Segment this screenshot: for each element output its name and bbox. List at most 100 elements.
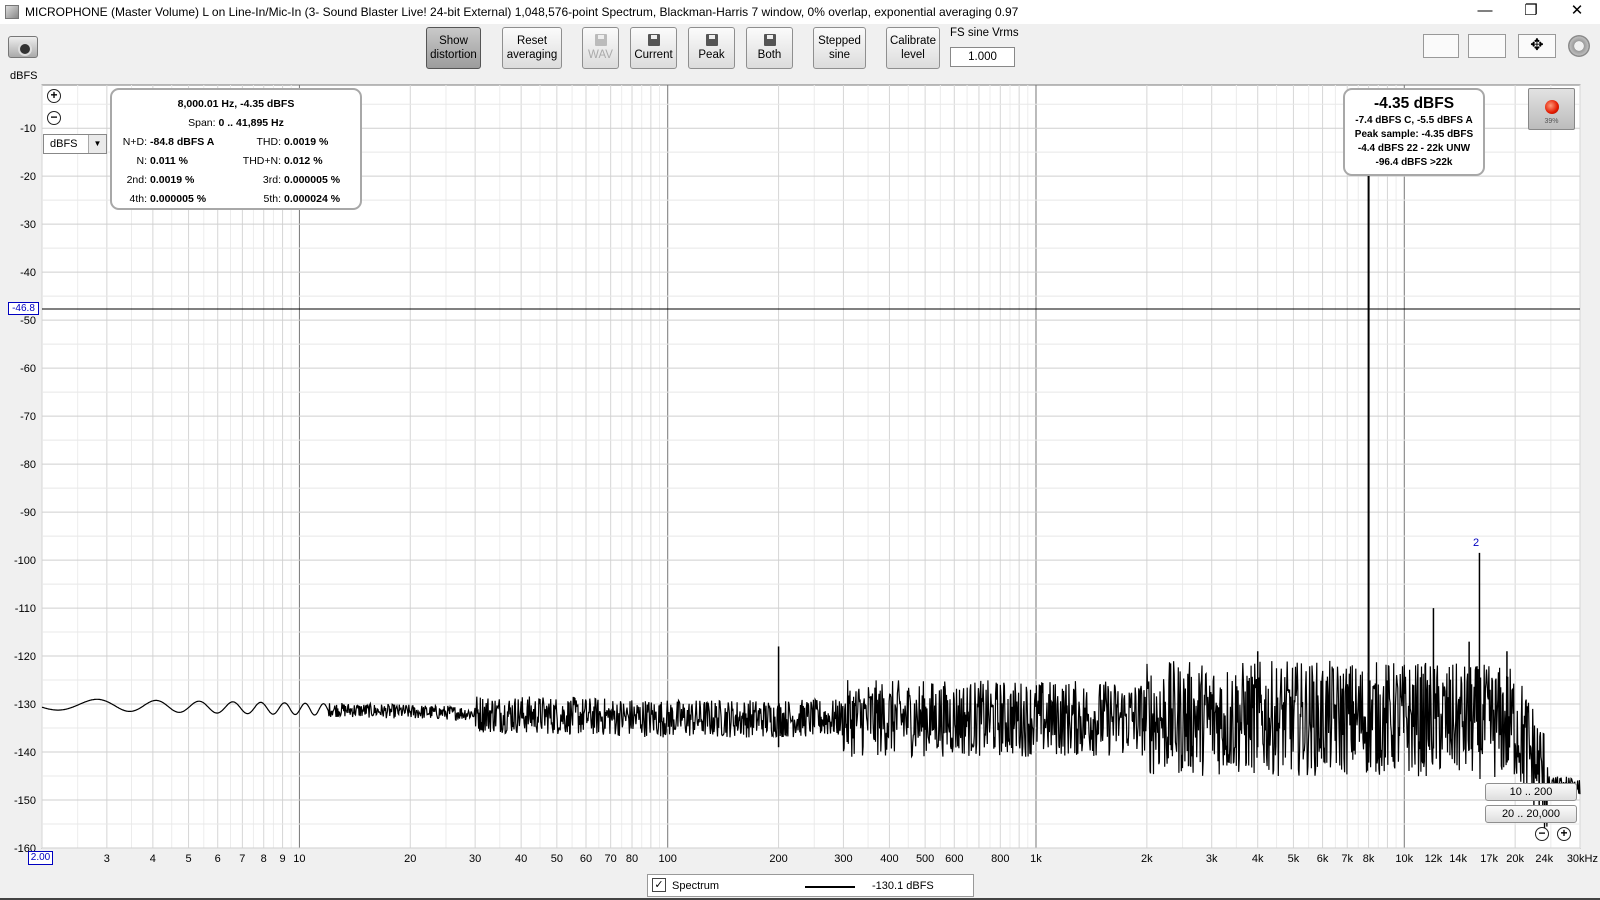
zoom-in-icon[interactable]: + — [47, 89, 61, 103]
weighted-levels: -7.4 dBFS C, -5.5 dBFS A — [1355, 115, 1473, 126]
stat-label: 3rd: — [262, 174, 281, 186]
harmonic-marker: 2 — [1473, 537, 1479, 549]
legend-swatch — [805, 886, 855, 888]
span-value: 0 .. 41,895 Hz — [218, 117, 284, 129]
x-axis-ticks: 3 4 5 6 7 8 9 10 20 30 40 50 60 70 80 100 200 300 400 500 60… — [104, 853, 1598, 865]
record-percent: 39% — [1544, 118, 1559, 125]
x-tick-label: 10 — [293, 853, 305, 865]
x-tick-label: 5k — [1288, 853, 1300, 865]
stat-value: 0.0019 % — [150, 174, 195, 186]
x-tick-label: 7k — [1341, 853, 1353, 865]
stats-row: N+D: -84.8 dBFS A THD: 0.0019 % — [112, 134, 360, 153]
y-tick-label: -130 — [14, 699, 36, 711]
x-tick-label: 17k — [1480, 853, 1498, 865]
x-tick-label: 60 — [580, 853, 592, 865]
x-tick-label: 6 — [215, 853, 221, 865]
x-tick-label: 600 — [945, 853, 963, 865]
x-tick-label: 3 — [104, 853, 110, 865]
unit-select-value: dBFS — [50, 138, 78, 150]
x-tick-label: 20 — [404, 853, 416, 865]
y-tick-label: -60 — [20, 363, 36, 375]
x-tick-label: 100 — [659, 853, 677, 865]
y-tick-label: -50 — [20, 315, 36, 327]
y-tick-label: -30 — [20, 219, 36, 231]
y-tick-label: -40 — [20, 267, 36, 279]
unit-select[interactable]: dBFS ▼ — [43, 134, 107, 154]
y-tick-label: -20 — [20, 171, 36, 183]
span-label: Span: — [188, 117, 216, 129]
stat-value: 0.000024 % — [284, 193, 341, 205]
legend-series-value: -130.1 dBFS — [872, 880, 934, 892]
x-tick-label: 8 — [261, 853, 267, 865]
x-tick-label: 80 — [626, 853, 638, 865]
peak-level: -4.35 dBFS — [1373, 95, 1455, 112]
y-tick-label: -140 — [14, 747, 36, 759]
x-tick-label: 300 — [834, 853, 852, 865]
record-button[interactable]: 39% — [1528, 88, 1575, 130]
x-tick-label: 2k — [1141, 853, 1153, 865]
range-20-20000-button[interactable]: 20 .. 20,000 — [1485, 805, 1577, 823]
stat-value: 0.011 % — [150, 155, 188, 167]
x-tick-label: 4 — [150, 853, 156, 865]
y-tick-label: -120 — [14, 651, 36, 663]
y-axis-ticks: -10 -20 -30 -40 -50 -60 -70 -80 -90 -100 -110 -120 -… — [14, 123, 36, 855]
x-start-input[interactable]: 2.00 — [28, 851, 53, 865]
y-tick-label: -100 — [14, 555, 36, 567]
stat-label: THD+N: — [242, 155, 281, 167]
stats-row: 2nd: 0.0019 % 3rd: 0.000005 % — [112, 172, 360, 191]
x-tick-label: 400 — [880, 853, 898, 865]
stat-label: 2nd: — [126, 174, 147, 186]
x-tick-label: 1k — [1030, 853, 1042, 865]
stat-value: 0.0019 % — [284, 136, 329, 148]
x-tick-label: 500 — [916, 853, 934, 865]
stats-row: 4th: 0.000005 % 5th: 0.000024 % — [112, 191, 360, 210]
cursor-level-input[interactable]: -46.8 — [8, 302, 39, 315]
x-tick-label: 12k — [1425, 853, 1443, 865]
x-tick-label: 8k — [1363, 853, 1375, 865]
x-tick-label: 24k — [1535, 853, 1553, 865]
x-tick-label: 7 — [239, 853, 245, 865]
stat-value: 0.012 % — [284, 155, 323, 167]
stats-row: N: 0.011 % THD+N: 0.012 % — [112, 153, 360, 172]
x-tick-label: 20k — [1506, 853, 1524, 865]
y-tick-label: -10 — [20, 123, 36, 135]
x-tick-label: 40 — [515, 853, 527, 865]
peak-sample: Peak sample: -4.35 dBFS — [1354, 129, 1474, 140]
stat-value: 0.000005 % — [284, 174, 341, 186]
stat-label: 4th: — [129, 193, 147, 205]
ultrasonic-level: -96.4 dBFS >22k — [1375, 157, 1453, 168]
x-tick-label: 30kHz — [1567, 853, 1598, 865]
spectrum-checkbox[interactable]: ✓ — [652, 878, 666, 892]
x-tick-label: 200 — [769, 853, 787, 865]
y-tick-label: -110 — [15, 603, 36, 615]
zoom-out-icon[interactable]: − — [47, 111, 61, 125]
legend: ✓ Spectrum -130.1 dBFS — [647, 874, 974, 897]
stat-value: 0.000005 % — [150, 193, 207, 205]
y-tick-label: -90 — [20, 507, 36, 519]
y-tick-label: -80 — [20, 459, 36, 471]
x-tick-label: 800 — [991, 853, 1009, 865]
x-tick-label: 4k — [1252, 853, 1264, 865]
unweighted-level: -4.4 dBFS 22 - 22k UNW — [1357, 143, 1471, 154]
cursor-readout: 8,000.01 Hz, -4.35 dBFS — [177, 98, 295, 110]
x-tick-label: 9 — [280, 853, 286, 865]
chevron-down-icon: ▼ — [88, 135, 106, 153]
peak-level-panel: -4.35 dBFS -7.4 dBFS C, -5.5 dBFS A Peak… — [1343, 88, 1485, 176]
x-tick-label: 50 — [551, 853, 563, 865]
x-tick-label: 6k — [1317, 853, 1329, 865]
x-tick-label: 14k — [1449, 853, 1467, 865]
record-icon — [1545, 100, 1559, 114]
zoom-in-x-icon[interactable]: + — [1557, 827, 1571, 841]
distortion-stats-panel: 8,000.01 Hz, -4.35 dBFS Span: 0 .. 41,89… — [110, 88, 362, 210]
stat-label: N+D: — [122, 136, 147, 148]
stat-label: THD: — [256, 136, 282, 148]
stat-label: 5th: — [263, 193, 281, 205]
x-tick-label: 10k — [1395, 853, 1413, 865]
x-tick-label: 70 — [605, 853, 617, 865]
stat-value: -84.8 dBFS A — [150, 136, 215, 148]
x-tick-label: 5 — [185, 853, 191, 865]
stat-label: N: — [136, 155, 148, 167]
y-tick-label: -150 — [14, 795, 36, 807]
zoom-out-x-icon[interactable]: − — [1535, 827, 1549, 841]
range-10-200-button[interactable]: 10 .. 200 — [1485, 783, 1577, 801]
